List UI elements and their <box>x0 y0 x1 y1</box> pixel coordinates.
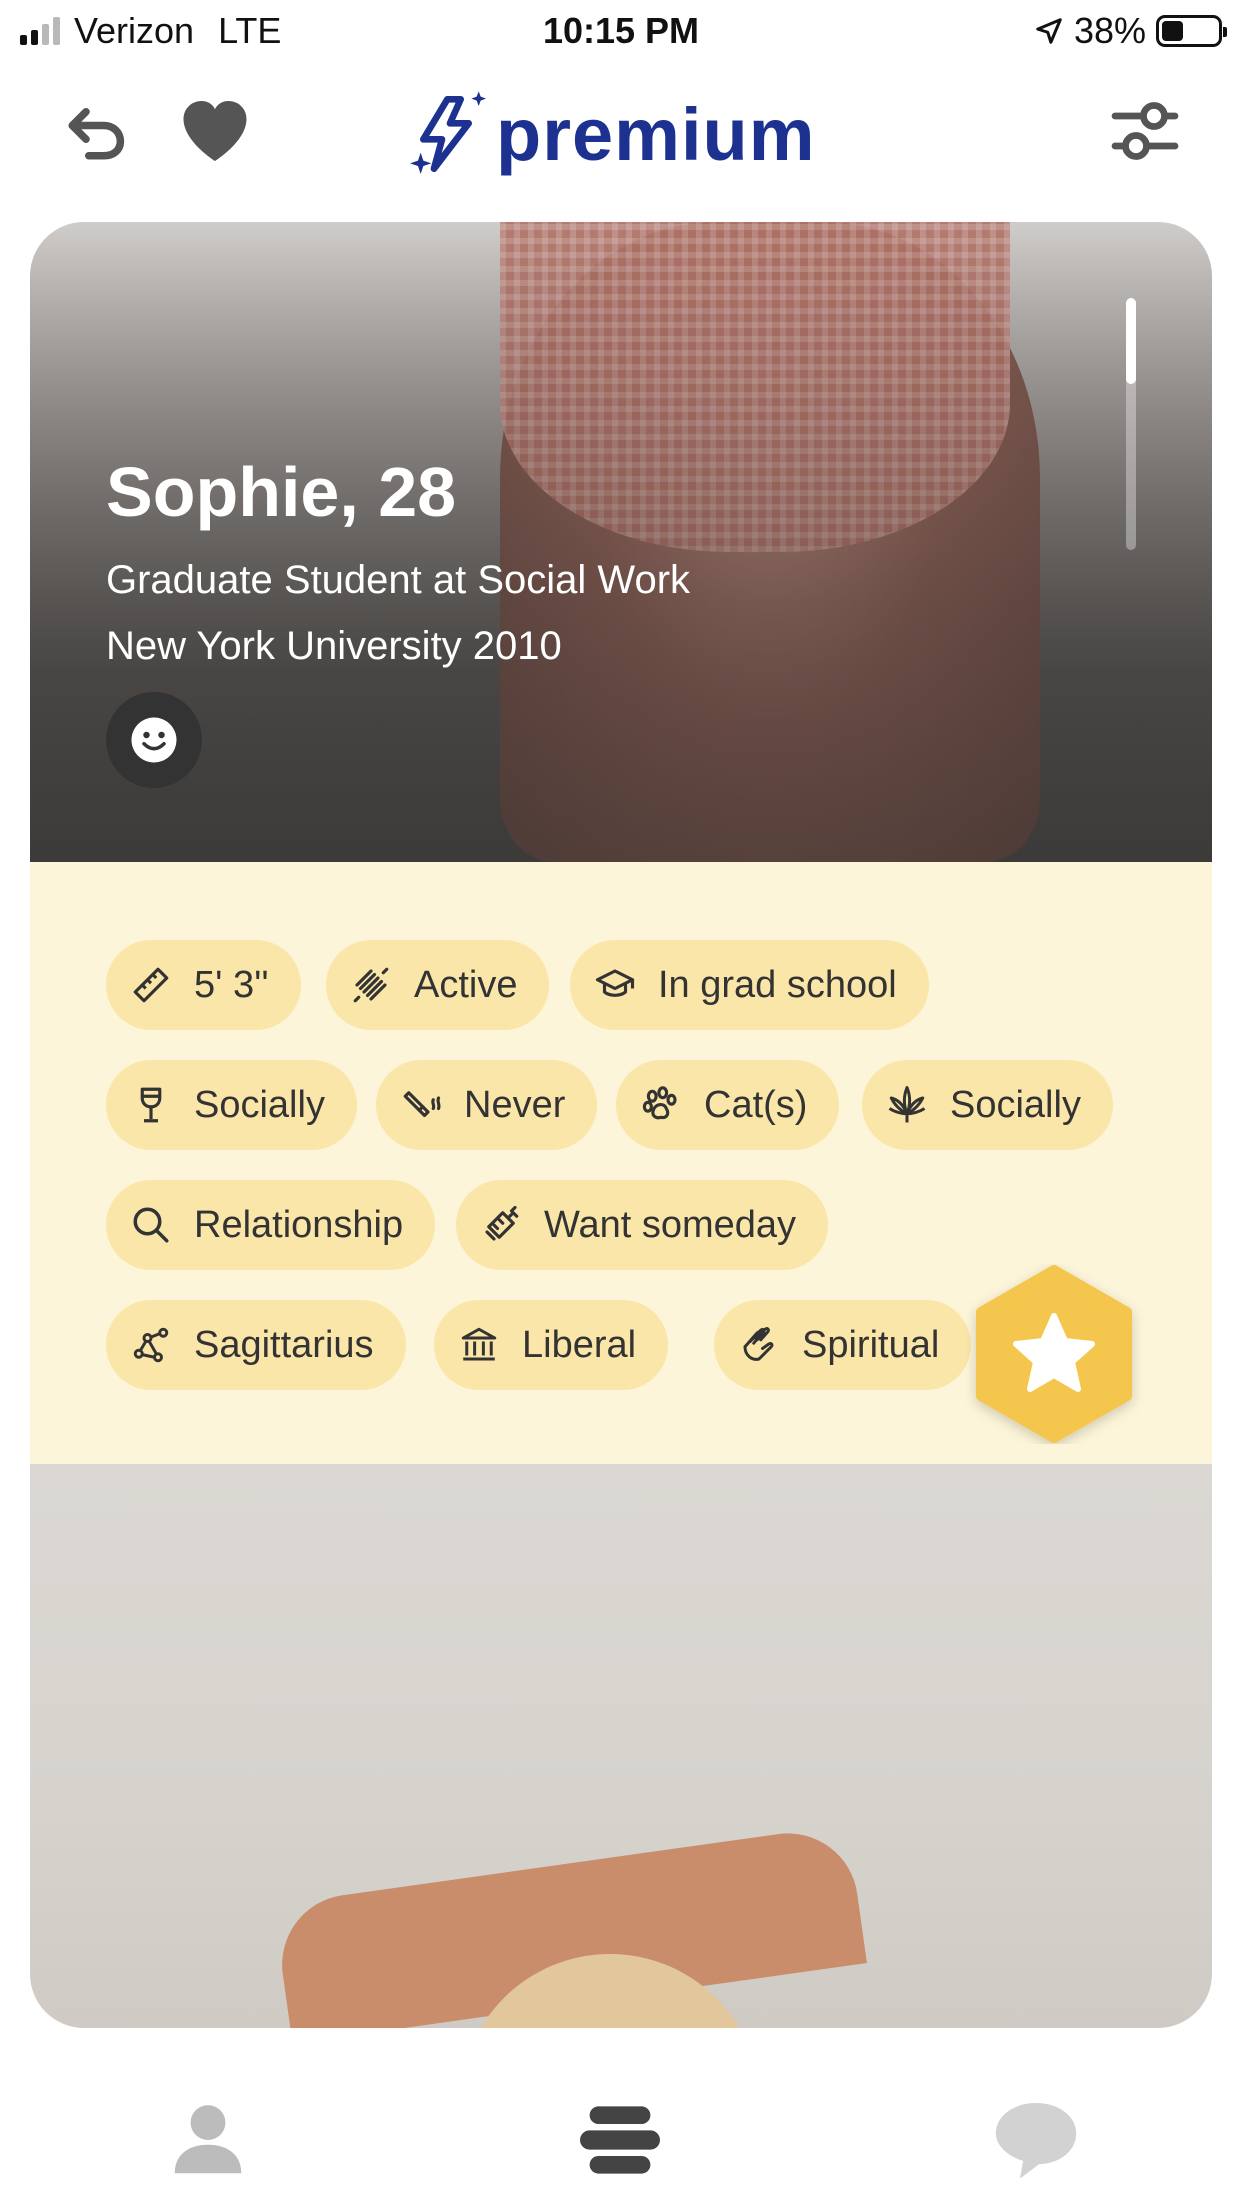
attribute-label: Spiritual <box>802 1323 940 1366</box>
attribute-label: Want someday <box>544 1203 797 1246</box>
wine-glass-icon <box>140 1087 162 1123</box>
profile-photo-2[interactable] <box>30 1464 1212 2028</box>
battery-level <box>1162 21 1183 41</box>
photo-gradient-overlay <box>30 222 1212 862</box>
filters-button[interactable] <box>1100 86 1190 176</box>
attribute-label: Socially <box>950 1083 1081 1126</box>
emoji-reaction-button[interactable] <box>106 692 202 788</box>
premium-brand[interactable]: premium <box>410 84 816 184</box>
filter-icon <box>1111 102 1179 160</box>
photo-scrollbar-thumb[interactable] <box>1126 298 1136 384</box>
likes-button[interactable] <box>170 86 260 176</box>
attribute-chip-cannabis: Socially <box>862 1060 1113 1150</box>
profile-icon <box>174 2105 242 2174</box>
heart-icon <box>183 101 247 161</box>
discover-icon <box>580 2106 660 2174</box>
attribute-chip-exercise: Active <box>326 940 550 1030</box>
graduation-cap-icon <box>595 969 635 997</box>
attribute-chip-politics: Liberal <box>434 1300 669 1390</box>
profile-name-age: Sophie, 28 <box>106 453 457 531</box>
profile-photo-1[interactable]: Sophie, 28 Graduate Student at Social Wo… <box>30 222 1212 862</box>
attribute-label: Socially <box>194 1083 325 1126</box>
praying-hands-icon <box>743 1327 774 1361</box>
attribute-chip-height: 5' 3'' <box>106 940 301 1030</box>
profile-school: New York University 2010 <box>106 624 562 668</box>
ruler-icon <box>133 967 169 1003</box>
attribute-chip-looking-for: Relationship <box>106 1180 436 1270</box>
attribute-chip-smoking: Never <box>376 1060 598 1150</box>
brand-title: premium <box>496 92 816 176</box>
constellation-icon <box>133 1327 169 1363</box>
bottom-tab-bar <box>0 2030 1242 2208</box>
battery-icon <box>1156 15 1227 47</box>
star-icon <box>976 1265 1132 1443</box>
cigarette-icon <box>403 1091 441 1118</box>
profile-card[interactable]: Sophie, 28 Graduate Student at Social Wo… <box>30 222 1212 2028</box>
attribute-label: In grad school <box>658 963 897 1006</box>
tab-discover[interactable] <box>560 2090 680 2190</box>
attribute-chip-zodiac: Sagittarius <box>106 1300 406 1390</box>
battery-percent: 38% <box>1073 10 1146 51</box>
tab-profile[interactable] <box>148 2090 268 2190</box>
attribute-chip-drinking: Socially <box>106 1060 357 1150</box>
top-nav: premium <box>0 64 1242 220</box>
attribute-chip-religion: Spiritual <box>714 1300 972 1390</box>
bolt-icon <box>410 91 486 174</box>
photo-scrollbar[interactable] <box>1126 298 1136 550</box>
attribute-label: Never <box>464 1083 566 1126</box>
attribute-label: Liberal <box>522 1323 637 1366</box>
status-right: 38% <box>1034 10 1227 52</box>
profile-job: Graduate Student at Social Work <box>106 558 691 602</box>
tab-chat[interactable] <box>976 2090 1096 2190</box>
search-icon <box>133 1207 169 1243</box>
baby-bottle-icon <box>485 1205 519 1241</box>
cannabis-leaf-icon <box>888 1086 926 1123</box>
attribute-label: 5' 3'' <box>194 963 269 1006</box>
attribute-label: Cat(s) <box>704 1083 808 1126</box>
dumbbell-icon <box>353 967 389 1003</box>
undo-button[interactable] <box>52 86 142 176</box>
location-arrow-icon <box>1036 18 1062 44</box>
smile-icon <box>131 717 177 763</box>
attribute-label: Relationship <box>194 1203 404 1246</box>
attribute-chip-family-plans: Want someday <box>456 1180 829 1270</box>
attribute-chip-education: In grad school <box>570 940 929 1030</box>
attribute-label: Active <box>414 963 518 1006</box>
paw-icon <box>642 1086 677 1120</box>
government-building-icon <box>461 1327 497 1361</box>
superswipe-button[interactable] <box>964 1264 1144 1444</box>
attribute-chip-pets: Cat(s) <box>616 1060 840 1150</box>
status-bar: Verizon LTE 10:15 PM 38% <box>0 0 1242 64</box>
attribute-label: Sagittarius <box>194 1323 374 1366</box>
chat-icon <box>995 2103 1077 2179</box>
undo-icon <box>68 107 125 160</box>
